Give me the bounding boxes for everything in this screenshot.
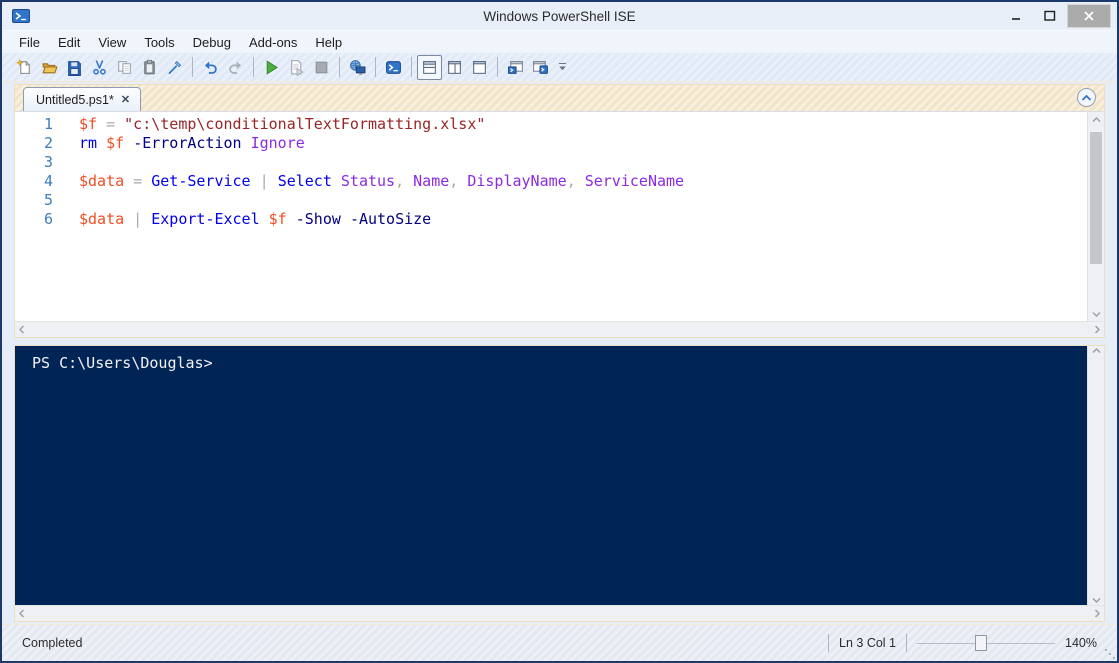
console[interactable]: PS C:\Users\Douglas> [15, 346, 1087, 605]
scroll-right-icon[interactable] [1094, 609, 1100, 618]
scroll-down-icon[interactable] [1091, 597, 1101, 603]
status-right-cluster: Ln 3 Col 1 140% [828, 634, 1111, 652]
editor-vertical-scrollbar[interactable] [1087, 112, 1104, 321]
scroll-down-icon[interactable] [1088, 306, 1104, 321]
zoom-level: 140% [1065, 636, 1097, 650]
menu-debug[interactable]: Debug [184, 32, 240, 53]
run-selection-button[interactable] [284, 55, 309, 80]
line-number: 4 [43, 172, 53, 190]
maximize-button[interactable] [1033, 4, 1067, 28]
pane-splitter[interactable] [14, 338, 1105, 345]
code-line[interactable]: 1 $f = "c:\temp\conditionalTextFormatting… [15, 115, 1087, 134]
toolbar-overflow-button[interactable] [555, 56, 569, 78]
cursor-position: Ln 3 Col 1 [839, 636, 897, 650]
console-pane: PS C:\Users\Douglas> [14, 345, 1105, 622]
code-text: $data | Export-Excel $f -Show -AutoSize [79, 210, 432, 228]
redo-button[interactable] [223, 55, 248, 80]
line-number: 2 [43, 134, 53, 152]
toolbar-separator [411, 57, 412, 77]
toolbar [2, 53, 1117, 82]
new-remote-powershell-tab-button[interactable] [345, 55, 370, 80]
collapse-script-pane-button[interactable] [1077, 88, 1096, 107]
undo-button[interactable] [198, 55, 223, 80]
window-controls [999, 2, 1117, 30]
toolbar-separator [192, 57, 193, 77]
stop-operation-button[interactable] [309, 55, 334, 80]
code-line[interactable]: 6 $data | Export-Excel $f -Show -AutoSize [15, 210, 1087, 229]
minimize-button[interactable] [999, 4, 1033, 28]
title-bar[interactable]: Windows PowerShell ISE [2, 2, 1117, 30]
status-separator [828, 634, 830, 652]
start-powershell-exe-button[interactable] [381, 55, 406, 80]
scroll-right-icon[interactable] [1094, 325, 1100, 334]
code-text: rm $f -ErrorAction Ignore [79, 134, 305, 152]
menu-file[interactable]: File [10, 32, 49, 53]
open-script-button[interactable] [37, 55, 62, 80]
code-line[interactable]: 4 $data = Get-Service | Select Status, Na… [15, 172, 1087, 191]
tab-strip: Untitled5.ps1* ✕ [15, 85, 1104, 111]
console-horizontal-scrollbar[interactable] [15, 605, 1104, 621]
scroll-up-icon[interactable] [1088, 112, 1104, 127]
new-script-button[interactable] [12, 55, 37, 80]
powershell-ise-window: Windows PowerShell ISE File Edit View To… [0, 0, 1119, 663]
menu-bar: File Edit View Tools Debug Add-ons Help [2, 30, 1117, 53]
code-line[interactable]: 5 [15, 191, 1087, 210]
script-pane: Untitled5.ps1* ✕ 1 $f = "c:\temp\conditio… [14, 84, 1105, 338]
toolbar-separator [497, 57, 498, 77]
zoom-slider[interactable] [917, 634, 1056, 652]
line-number: 1 [43, 115, 53, 133]
code-line[interactable]: 3 [15, 153, 1087, 172]
status-bar: Completed Ln 3 Col 1 140% [2, 624, 1117, 661]
show-script-pane-right-button[interactable] [442, 55, 467, 80]
code-text: $data = Get-Service | Select Status, Nam… [79, 172, 685, 190]
menu-addons[interactable]: Add-ons [240, 32, 306, 53]
line-number: 3 [43, 153, 53, 171]
menu-help[interactable]: Help [306, 32, 351, 53]
show-script-pane-maximized-button[interactable] [467, 55, 492, 80]
editor-horizontal-scrollbar[interactable] [15, 321, 1104, 337]
workspace: Untitled5.ps1* ✕ 1 $f = "c:\temp\conditio… [2, 82, 1117, 622]
code-text: $f = "c:\temp\conditionalTextFormatting.… [79, 115, 486, 133]
tab-label: Untitled5.ps1* [36, 92, 114, 107]
zoom-slider-thumb[interactable] [974, 635, 987, 651]
menu-edit[interactable]: Edit [49, 32, 89, 53]
editor-scroll-thumb[interactable] [1090, 132, 1102, 264]
menu-view[interactable]: View [89, 32, 135, 53]
code-line[interactable]: 2 rm $f -ErrorAction Ignore [15, 134, 1087, 153]
script-tab-untitled5[interactable]: Untitled5.ps1* ✕ [23, 87, 142, 111]
cut-button[interactable] [87, 55, 112, 80]
toolbar-separator [375, 57, 376, 77]
scroll-up-icon[interactable] [1091, 348, 1101, 354]
run-script-button[interactable] [259, 55, 284, 80]
script-editor[interactable]: 1 $f = "c:\temp\conditionalTextFormatting… [15, 112, 1087, 321]
menu-tools[interactable]: Tools [135, 32, 183, 53]
close-button[interactable] [1067, 4, 1111, 28]
new-powershell-tab-button[interactable] [503, 55, 528, 80]
save-button[interactable] [62, 55, 87, 80]
show-script-pane-top-button[interactable] [417, 54, 442, 80]
tab-close-icon[interactable]: ✕ [121, 93, 130, 106]
copy-button[interactable] [112, 55, 137, 80]
clear-console-pane-button[interactable] [162, 55, 187, 80]
status-message: Completed [22, 636, 83, 650]
toolbar-separator [253, 57, 254, 77]
resize-grip-icon[interactable] [1103, 647, 1115, 659]
toolbar-separator [339, 57, 340, 77]
scroll-left-icon[interactable] [19, 325, 25, 334]
console-prompt: PS C:\Users\Douglas> [32, 354, 213, 372]
window-title: Windows PowerShell ISE [483, 8, 636, 24]
line-number: 6 [43, 210, 53, 228]
paste-button[interactable] [137, 55, 162, 80]
open-in-new-window-button[interactable] [528, 55, 553, 80]
line-number: 5 [43, 191, 53, 209]
editor-scroll-track[interactable] [1088, 127, 1104, 306]
scroll-left-icon[interactable] [19, 609, 25, 618]
console-vertical-scrollbar[interactable] [1087, 346, 1104, 605]
status-separator [906, 634, 908, 652]
